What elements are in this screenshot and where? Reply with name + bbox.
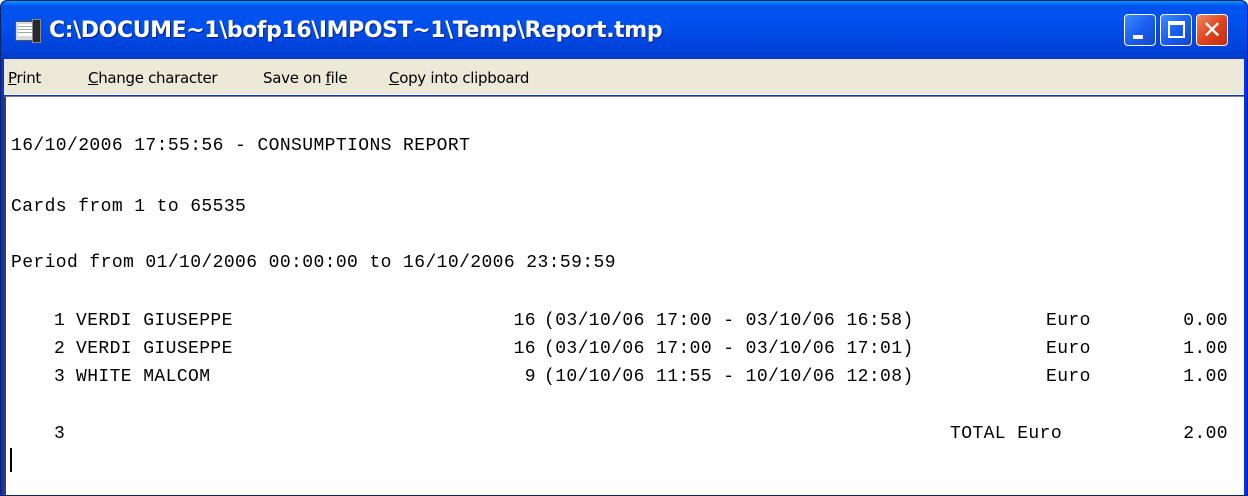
report-header: 16/10/2006 17:55:56 - CONSUMPTIONS REPOR…	[11, 136, 471, 156]
cards-range: Cards from 1 to 65535	[11, 197, 247, 217]
report-row: 1 VERDI GIUSEPPE 16 (03/10/06 17:00 - 03…	[6, 309, 1246, 333]
period-range: Period from 01/10/2006 00:00:00 to 16/10…	[11, 253, 616, 273]
title-bar[interactable]: C:\DOCUME~1\bofp16\IMPOST~1\Temp\Report.…	[1, 1, 1247, 59]
total-row: 3 TOTAL Euro 2.00	[6, 422, 1246, 446]
row-currency: Euro	[1046, 311, 1091, 331]
minimize-button[interactable]	[1124, 14, 1156, 46]
report-row: 3 WHITE MALCOM 9 (10/10/06 11:55 - 10/10…	[6, 365, 1246, 389]
row-amount: 0.00	[1183, 311, 1228, 331]
close-button[interactable]: ✕	[1196, 14, 1228, 46]
row-number: 1	[54, 311, 66, 331]
row-period: (03/10/06 17:00 - 03/10/06 16:58)	[544, 311, 914, 331]
row-number: 3	[54, 367, 66, 387]
row-currency: Euro	[1046, 339, 1091, 359]
close-icon: ✕	[1201, 16, 1223, 44]
report-row: 2 VERDI GIUSEPPE 16 (03/10/06 17:00 - 03…	[6, 337, 1246, 361]
total-amount: 2.00	[1183, 424, 1228, 444]
row-quantity: 9	[524, 367, 536, 387]
row-period: (03/10/06 17:00 - 03/10/06 17:01)	[544, 339, 914, 359]
maximize-icon	[1168, 21, 1185, 38]
row-amount: 1.00	[1183, 367, 1228, 387]
row-amount: 1.00	[1183, 339, 1228, 359]
menu-change-character[interactable]: Change character	[88, 67, 218, 89]
maximize-button[interactable]	[1160, 14, 1192, 46]
menu-copy-into-clipboard[interactable]: Copy into clipboard	[389, 67, 529, 89]
minimize-icon	[1133, 35, 1143, 39]
total-label: TOTAL Euro	[950, 424, 1063, 444]
window-title: C:\DOCUME~1\bofp16\IMPOST~1\Temp\Report.…	[49, 18, 663, 43]
row-currency: Euro	[1046, 367, 1091, 387]
notepad-icon[interactable]	[15, 19, 41, 43]
row-name: VERDI GIUSEPPE	[76, 311, 233, 331]
report-text-area[interactable]: 16/10/2006 17:55:56 - CONSUMPTIONS REPOR…	[4, 96, 1246, 495]
text-caret	[10, 448, 12, 472]
menu-print[interactable]: Print	[8, 67, 41, 89]
menu-save-on-file[interactable]: Save on file	[263, 67, 348, 89]
report-window: C:\DOCUME~1\bofp16\IMPOST~1\Temp\Report.…	[0, 0, 1248, 496]
row-name: VERDI GIUSEPPE	[76, 339, 233, 359]
row-quantity: 16	[513, 339, 536, 359]
row-quantity: 16	[513, 311, 536, 331]
menu-bar: Print Change character Save on file Copy…	[4, 59, 1244, 95]
row-period: (10/10/06 11:55 - 10/10/06 12:08)	[544, 367, 914, 387]
row-number: 2	[54, 339, 66, 359]
total-count: 3	[54, 424, 66, 444]
row-name: WHITE MALCOM	[76, 367, 211, 387]
